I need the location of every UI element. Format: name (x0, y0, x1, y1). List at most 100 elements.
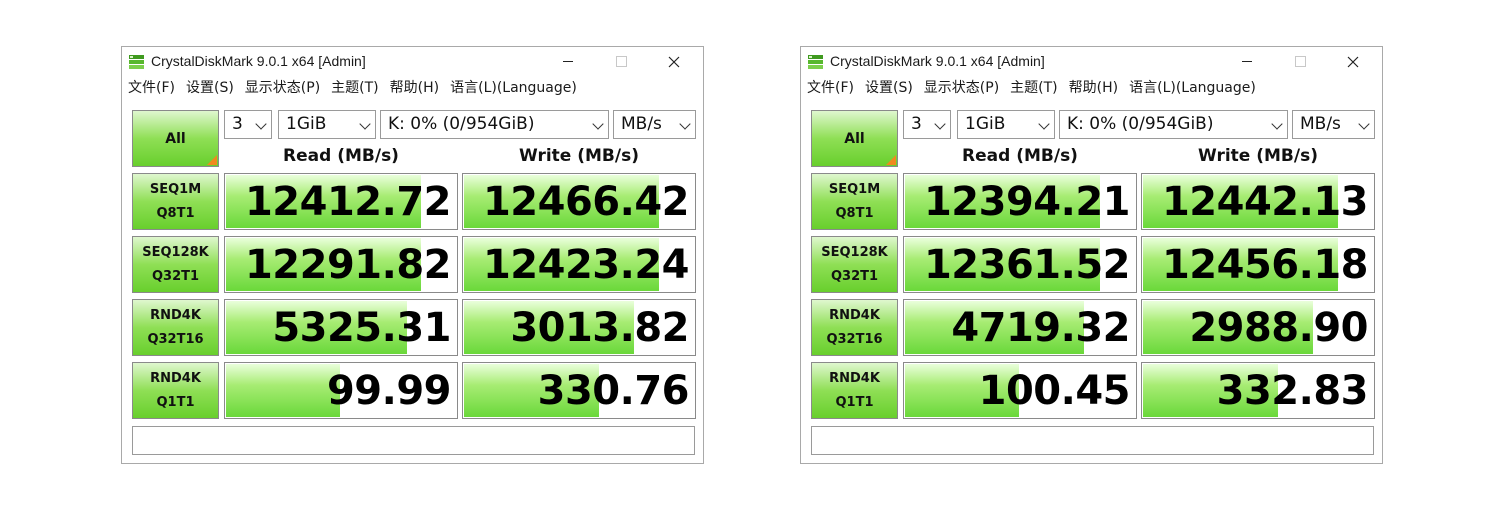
comment-field[interactable] (811, 426, 1374, 455)
test-count-value: 3 (911, 114, 922, 134)
window-title: CrystalDiskMark 9.0.1 x64 [Admin] (830, 53, 1045, 69)
read-header: Read (MB/s) (283, 146, 399, 166)
test-name: SEQ128K (821, 244, 888, 260)
crystaldiskmark-window-1: CrystalDiskMark 9.0.1 x64 [Admin] 文件(F) … (121, 46, 704, 464)
menu-settings[interactable]: 设置(S) (186, 76, 234, 100)
test-button[interactable]: SEQ1M Q8T1 (132, 173, 219, 230)
write-header: Write (MB/s) (519, 146, 639, 166)
minimize-button[interactable] (1224, 47, 1270, 76)
write-result-cell: 2988.90 (1141, 299, 1375, 356)
test-name: RND4K (829, 307, 880, 323)
write-result-cell: 330.76 (462, 362, 696, 419)
write-result-cell: 12466.42 (462, 173, 696, 230)
read-result-cell: 12394.21 (903, 173, 1137, 230)
menu-language[interactable]: 语言(L)(Language) (1129, 76, 1256, 100)
close-icon (668, 56, 680, 67)
test-button[interactable]: RND4K Q32T16 (811, 299, 898, 356)
drive-select[interactable]: K: 0% (0/954GiB) (380, 110, 609, 139)
test-button[interactable]: RND4K Q1T1 (811, 362, 898, 419)
run-all-button[interactable]: All (811, 110, 898, 167)
test-params: Q8T1 (835, 205, 874, 221)
test-name: RND4K (150, 370, 201, 386)
run-all-label: All (165, 130, 186, 147)
test-button[interactable]: RND4K Q1T1 (132, 362, 219, 419)
chevron-down-icon (359, 118, 371, 130)
read-result-cell: 99.99 (224, 362, 458, 419)
write-result-value: 12466.42 (482, 178, 690, 225)
crystaldiskmark-app-icon (129, 55, 144, 69)
unit-select[interactable]: MB/s (613, 110, 696, 139)
test-size-value: 1GiB (286, 114, 327, 134)
close-button[interactable] (1330, 47, 1376, 76)
comment-field[interactable] (132, 426, 695, 455)
write-result-cell: 12442.13 (1141, 173, 1375, 230)
test-count-select[interactable]: 3 (903, 110, 951, 139)
unit-select[interactable]: MB/s (1292, 110, 1375, 139)
drive-select[interactable]: K: 0% (0/954GiB) (1059, 110, 1288, 139)
maximize-button[interactable] (598, 47, 644, 76)
close-icon (1347, 56, 1359, 67)
chevron-down-icon (934, 118, 946, 130)
test-size-select[interactable]: 1GiB (957, 110, 1055, 139)
test-name: SEQ1M (149, 181, 202, 197)
menu-help[interactable]: 帮助(H) (390, 76, 439, 100)
write-result-value: 330.76 (537, 367, 690, 414)
read-result-cell: 12361.52 (903, 236, 1137, 293)
title-bar[interactable]: CrystalDiskMark 9.0.1 x64 [Admin] (122, 47, 703, 76)
read-result-cell: 12291.82 (224, 236, 458, 293)
test-button[interactable]: RND4K Q32T16 (132, 299, 219, 356)
menu-file[interactable]: 文件(F) (807, 76, 854, 100)
chevron-down-icon (1038, 118, 1050, 130)
write-result-cell: 12423.24 (462, 236, 696, 293)
minimize-icon (1242, 61, 1252, 62)
unit-value: MB/s (1300, 114, 1341, 134)
corner-marker (886, 155, 896, 165)
menu-theme[interactable]: 主题(T) (1010, 76, 1057, 100)
test-count-select[interactable]: 3 (224, 110, 272, 139)
menu-language[interactable]: 语言(L)(Language) (450, 76, 577, 100)
read-result-cell: 4719.32 (903, 299, 1137, 356)
test-name: RND4K (829, 370, 880, 386)
chevron-down-icon (255, 118, 267, 130)
write-result-cell: 12456.18 (1141, 236, 1375, 293)
test-button[interactable]: SEQ128K Q32T1 (132, 236, 219, 293)
crystaldiskmark-window-2: CrystalDiskMark 9.0.1 x64 [Admin] 文件(F) … (800, 46, 1383, 464)
read-result-value: 12291.82 (244, 241, 452, 288)
test-params: Q32T1 (830, 268, 879, 284)
write-header: Write (MB/s) (1198, 146, 1318, 166)
test-params: Q8T1 (156, 205, 195, 221)
drive-value: K: 0% (0/954GiB) (1067, 114, 1214, 134)
menu-file[interactable]: 文件(F) (128, 76, 175, 100)
window-title: CrystalDiskMark 9.0.1 x64 [Admin] (151, 53, 366, 69)
maximize-button[interactable] (1277, 47, 1323, 76)
menu-bar: 文件(F) 设置(S) 显示状态(P) 主题(T) 帮助(H) 语言(L)(La… (122, 76, 703, 100)
chevron-down-icon (1358, 118, 1370, 130)
maximize-icon (615, 56, 627, 67)
write-result-value: 332.83 (1216, 367, 1369, 414)
menu-view[interactable]: 显示状态(P) (245, 76, 320, 100)
minimize-button[interactable] (545, 47, 591, 76)
test-params: Q32T16 (147, 331, 204, 347)
close-button[interactable] (651, 47, 697, 76)
test-name: SEQ128K (142, 244, 209, 260)
test-size-select[interactable]: 1GiB (278, 110, 376, 139)
maximize-icon (1294, 56, 1306, 67)
read-result-value: 12412.72 (244, 178, 452, 225)
menu-help[interactable]: 帮助(H) (1069, 76, 1118, 100)
test-button[interactable]: SEQ1M Q8T1 (811, 173, 898, 230)
test-button[interactable]: SEQ128K Q32T1 (811, 236, 898, 293)
menu-settings[interactable]: 设置(S) (865, 76, 913, 100)
write-result-value: 12423.24 (482, 241, 690, 288)
run-all-button[interactable]: All (132, 110, 219, 167)
write-result-value: 2988.90 (1189, 304, 1368, 351)
read-result-value: 12361.52 (923, 241, 1131, 288)
drive-value: K: 0% (0/954GiB) (388, 114, 535, 134)
test-params: Q1T1 (156, 394, 195, 410)
title-bar[interactable]: CrystalDiskMark 9.0.1 x64 [Admin] (801, 47, 1382, 76)
menu-view[interactable]: 显示状态(P) (924, 76, 999, 100)
read-result-cell: 5325.31 (224, 299, 458, 356)
run-all-label: All (844, 130, 865, 147)
test-params: Q32T16 (826, 331, 883, 347)
chevron-down-icon (592, 118, 604, 130)
menu-theme[interactable]: 主题(T) (331, 76, 378, 100)
